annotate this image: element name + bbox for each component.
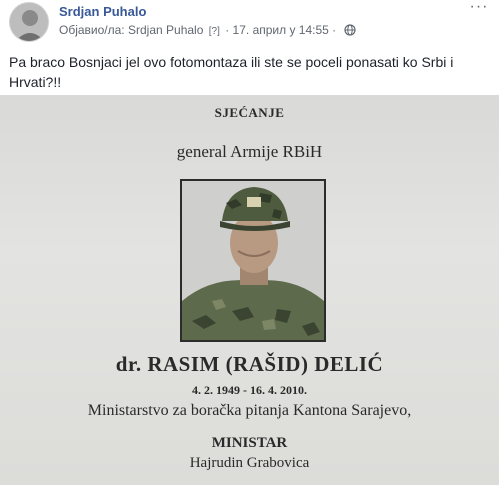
globe-icon[interactable] xyxy=(343,24,356,39)
published-by-name[interactable]: Srdjan Puhalo xyxy=(128,23,203,37)
avatar-photo xyxy=(10,3,48,41)
post-photo[interactable]: SJEĆANJE general Armije RBiH dr. RASIM (… xyxy=(0,95,499,485)
published-by-label: Објавио/ла: xyxy=(59,23,125,37)
post-header: Srdjan Puhalo Објавио/ла: Srdjan Puhalo … xyxy=(0,0,499,44)
post-text: Pa braco Bosnjaci jel ovo fotomontaza il… xyxy=(9,54,454,90)
notice-heading: SJEĆANJE xyxy=(214,105,285,120)
portrait-image xyxy=(180,179,326,342)
separator: · xyxy=(332,23,337,37)
notice-role: MINISTAR xyxy=(211,435,288,451)
more-options-icon: ··· xyxy=(469,0,489,15)
notice-dates: 4. 2. 1949 - 16. 4. 2010. xyxy=(192,383,307,397)
separator: · xyxy=(225,23,230,37)
notice-signer: Hajrudin Grabovica xyxy=(189,455,310,471)
info-mark[interactable]: [?] xyxy=(209,26,220,37)
post-date[interactable]: 17. април у 14:55 xyxy=(233,23,329,37)
notice-name: dr. RASIM (RAŠID) DELIĆ xyxy=(115,352,384,376)
more-options-button[interactable]: ··· xyxy=(467,0,491,16)
post-meta: Објавио/ла: Srdjan Puhalo [?] · 17. апри… xyxy=(59,23,356,39)
notice-rank: general Armije RBiH xyxy=(176,142,323,161)
author-name[interactable]: Srdjan Puhalo xyxy=(59,4,146,19)
avatar[interactable] xyxy=(9,2,49,42)
notice-ministry: Ministarstvo za boračka pitanja Kantona … xyxy=(87,402,412,419)
